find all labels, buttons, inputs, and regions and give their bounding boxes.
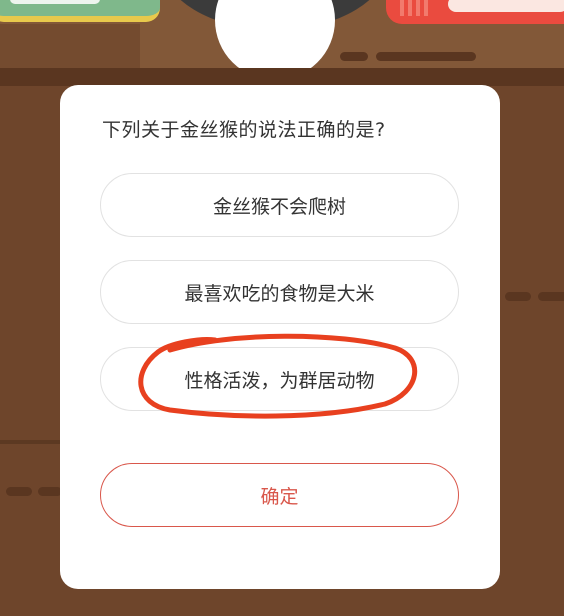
book-decoration-red [386,0,564,24]
wall-dash [38,487,62,496]
option-2-button[interactable]: 最喜欢吃的食物是大米 [100,260,459,324]
confirm-button[interactable]: 确定 [100,463,459,527]
wall-dash [6,487,32,496]
disc-decoration [160,0,390,80]
shelf-edge [0,68,564,86]
quiz-screen: 下列关于金丝猴的说法正确的是? 金丝猴不会爬树 最喜欢吃的食物是大米 性格活泼，… [0,0,564,616]
option-3-button[interactable]: 性格活泼，为群居动物 [100,347,459,411]
wall-dash [538,292,564,301]
confirm-label: 确定 [260,485,299,508]
book-decoration-green [0,0,160,22]
option-label: 性格活泼，为群居动物 [184,369,375,392]
top-shelf [0,0,564,80]
option-label: 金丝猴不会爬树 [212,195,346,218]
shelf-dash [376,52,476,61]
option-label: 最喜欢吃的食物是大米 [184,282,375,305]
wall-line [0,440,62,444]
question-text: 下列关于金丝猴的说法正确的是? [102,119,386,141]
option-1-button[interactable]: 金丝猴不会爬树 [100,173,459,237]
wall-dash [505,292,531,301]
quiz-card: 下列关于金丝猴的说法正确的是? 金丝猴不会爬树 最喜欢吃的食物是大米 性格活泼，… [60,85,500,589]
shelf-dash [340,52,368,61]
